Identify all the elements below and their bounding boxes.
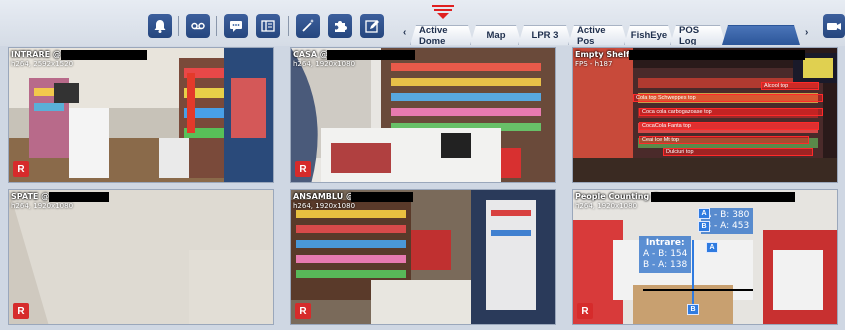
redaction-bar	[651, 192, 795, 202]
camera-feed-image	[9, 48, 273, 182]
record-button[interactable]: R	[577, 303, 593, 319]
camera-feed-image	[291, 48, 555, 182]
camera-feed-image	[291, 190, 555, 324]
chat-icon[interactable]	[224, 14, 248, 38]
layout-icon[interactable]	[256, 14, 280, 38]
camera-view-people-counting[interactable]: People Counting @ h264, 1920x1080 A - B:…	[572, 189, 838, 325]
counter-total-ab: A - B: 380	[705, 210, 750, 220]
camera-view-casa[interactable]: CASA @ h264, 1920x1080 R	[290, 47, 556, 183]
camera-view-empty-shelf[interactable]: Empty Shelf @ FPS - h187 Alcool top Cola…	[572, 47, 838, 183]
tab-next-arrow[interactable]: ›	[805, 27, 808, 38]
camera-view-ansamblu[interactable]: ANSAMBLU @ h264, 1920x1080 R	[290, 189, 556, 325]
bell-icon[interactable]	[148, 14, 172, 38]
redaction-bar	[327, 50, 415, 60]
record-button[interactable]: R	[13, 303, 29, 319]
camera-view-intrare[interactable]: INTRARE @ h264, 2592x1520 R	[8, 47, 274, 183]
redaction-bar	[61, 50, 147, 60]
line-marker-a: A	[698, 208, 710, 219]
camera-resolution: h264, 1920x1080	[293, 60, 356, 68]
alert-indicator-icon	[432, 5, 454, 19]
toolbar-separator	[288, 16, 289, 36]
line-marker-b: B	[687, 304, 699, 315]
camera-title: CASA @	[293, 50, 328, 59]
redaction-bar	[351, 192, 413, 202]
record-button[interactable]: R	[13, 161, 29, 177]
redaction-bar	[629, 50, 805, 60]
camera-fps: FPS - h187	[575, 60, 613, 68]
puzzle-icon[interactable]	[328, 14, 352, 38]
record-button[interactable]: R	[295, 303, 311, 319]
shelf-detection-tag: Dulciuri top	[663, 148, 813, 156]
edit-icon[interactable]	[360, 14, 384, 38]
counter-entrance: Intrare: A - B: 154 B - A: 138	[639, 236, 692, 273]
camera-resolution: h264, 1920x1080	[293, 202, 356, 210]
tab-fisheye[interactable]: FishEye	[624, 25, 674, 45]
camera-icon[interactable]	[823, 14, 845, 38]
counter-entrance-ba: B - A: 138	[643, 260, 688, 270]
shelf-detection-tag: Alcool top	[761, 82, 819, 90]
tab-active-dome[interactable]: Active Dome	[410, 25, 474, 45]
redaction-bar	[49, 192, 109, 202]
shelf-detection-tag: Ceai Ice Mt top	[639, 136, 809, 144]
camera-title: SPATE @	[11, 192, 50, 201]
tab-map[interactable]: Map	[470, 25, 522, 45]
camera-feed-image	[9, 190, 273, 324]
toolbar-separator	[216, 16, 217, 36]
shelf-detection-tag: Coca cola carbogazoase top	[639, 108, 823, 116]
tab-prev-arrow[interactable]: ‹	[403, 27, 406, 38]
tab-current[interactable]	[722, 25, 800, 45]
tab-lpr-3[interactable]: LPR 3	[518, 25, 572, 45]
camera-resolution: h264, 1920x1080	[575, 202, 638, 210]
camera-resolution: h264, 2592x1520	[11, 60, 74, 68]
counter-entrance-label: Intrare:	[645, 238, 685, 248]
toolbar-separator	[178, 16, 179, 36]
line-marker-b: B	[698, 221, 710, 232]
counter-entrance-ab: A - B: 154	[643, 249, 688, 259]
magic-wand-icon[interactable]	[296, 14, 320, 38]
camera-resolution: h264, 1920x1080	[11, 202, 74, 210]
record-button[interactable]: R	[295, 161, 311, 177]
shelf-detection-tag: Cola top Schweppes top	[633, 94, 823, 102]
camera-title: People Counting @	[575, 192, 660, 201]
line-marker-a: A	[706, 242, 718, 253]
voicemail-icon[interactable]	[186, 14, 210, 38]
camera-view-spate[interactable]: SPATE @ h264, 1920x1080 R	[8, 189, 274, 325]
tab-pos-log[interactable]: POS Log	[670, 25, 726, 45]
tab-active-pos[interactable]: Active Pos	[568, 25, 628, 45]
toolbar: ‹ Active Dome Map LPR 3 Active Pos FishE…	[0, 0, 845, 46]
shelf-detection-tag: CocaCola Fanta top	[639, 122, 819, 130]
camera-title: INTRARE @	[11, 50, 61, 59]
camera-title: ANSAMBLU @	[293, 192, 354, 201]
counter-total-ba: B - A: 453	[705, 221, 750, 231]
